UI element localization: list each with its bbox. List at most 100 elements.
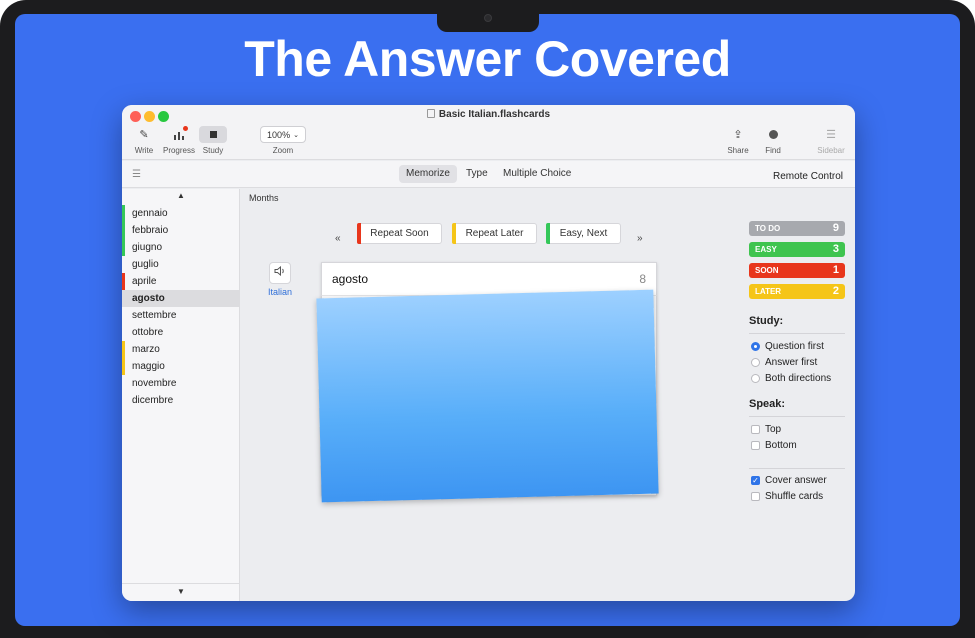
list-item[interactable]: maggio bbox=[122, 358, 240, 375]
easy-next-color-bar bbox=[546, 223, 550, 244]
share-icon: ⇪ bbox=[733, 129, 743, 141]
option-label: Question first bbox=[765, 341, 824, 352]
window-title-text: Basic Italian.flashcards bbox=[438, 109, 551, 120]
status-mark bbox=[122, 341, 125, 358]
divider bbox=[749, 468, 845, 469]
share-label: Share bbox=[727, 146, 749, 155]
card-list: gennaio febbraio giugno guglio aprile agosto s… bbox=[122, 205, 240, 409]
speaker-icon[interactable] bbox=[269, 262, 291, 284]
headline-highlight-text: Covered bbox=[534, 31, 731, 87]
share-button[interactable]: ⇪ Share bbox=[723, 126, 753, 155]
zoom-control[interactable]: 100% ⌄ Zoom bbox=[258, 126, 308, 155]
progress-button[interactable]: Progress bbox=[161, 126, 197, 155]
mode-bar: ☰ Memorize Type Multiple Choice Remote C… bbox=[122, 161, 855, 188]
list-item-label: gennaio bbox=[132, 208, 168, 219]
repeat-later-button[interactable]: Repeat Later bbox=[452, 223, 537, 244]
study-area: Months « Repeat Soon Repeat Later Easy, … bbox=[241, 189, 739, 601]
option-label: Cover answer bbox=[765, 475, 827, 486]
tab-multiple-choice[interactable]: Multiple Choice bbox=[496, 165, 578, 183]
stat-later-value: 2 bbox=[832, 285, 839, 297]
list-item-label: guglio bbox=[132, 259, 159, 270]
list-item-label: giugno bbox=[132, 242, 163, 253]
option-label: Both directions bbox=[765, 373, 832, 384]
option-label: Bottom bbox=[765, 440, 797, 451]
radio-icon bbox=[751, 358, 760, 367]
radio-icon bbox=[751, 374, 760, 383]
list-item[interactable]: ottobre bbox=[122, 324, 240, 341]
find-label: Find bbox=[765, 146, 781, 155]
status-mark bbox=[122, 273, 125, 290]
stat-easy-label: EASY bbox=[755, 245, 777, 254]
list-item[interactable]: gennaio bbox=[122, 205, 240, 222]
checkbox-icon bbox=[751, 492, 760, 501]
notification-dot-icon bbox=[183, 126, 188, 131]
list-item[interactable]: novembre bbox=[122, 375, 240, 392]
study-both-directions-option[interactable]: Both directions bbox=[751, 373, 831, 384]
list-item[interactable]: agosto bbox=[122, 290, 240, 307]
status-mark bbox=[122, 222, 125, 239]
sidebar-label: Sidebar bbox=[817, 146, 845, 155]
speaker-language[interactable]: Italian bbox=[261, 287, 299, 297]
radio-selected-icon bbox=[751, 342, 760, 351]
options-panel: TO DO 9 EASY 3 SOON 1 LATER 2 Study: Questio… bbox=[740, 189, 855, 601]
previous-card-button[interactable]: « bbox=[335, 233, 341, 244]
study-button[interactable]: Study bbox=[198, 126, 228, 155]
headline: The Answer Covered bbox=[0, 30, 975, 88]
next-card-button[interactable]: » bbox=[637, 233, 643, 244]
sidebar-toggle-button[interactable]: ☰ Sidebar bbox=[814, 126, 848, 155]
list-item-label: dicembre bbox=[132, 395, 174, 406]
remote-control-button[interactable]: Remote Control bbox=[773, 171, 843, 182]
easy-next-button[interactable]: Easy, Next bbox=[546, 223, 621, 244]
hamburger-icon[interactable]: ☰ bbox=[132, 169, 141, 180]
zoom-dropdown[interactable]: 100% ⌄ bbox=[260, 126, 306, 143]
stat-todo-label: TO DO bbox=[755, 224, 781, 233]
bar-chart-icon bbox=[165, 126, 193, 143]
answer-cover[interactable] bbox=[316, 289, 659, 503]
shuffle-cards-checkbox[interactable]: Shuffle cards bbox=[751, 491, 823, 502]
checkbox-icon bbox=[751, 441, 760, 450]
speak-heading: Speak: bbox=[749, 398, 786, 410]
stat-todo-value: 9 bbox=[832, 222, 839, 234]
status-mark bbox=[122, 358, 125, 375]
stat-soon-value: 1 bbox=[832, 264, 839, 276]
list-item[interactable]: guglio bbox=[122, 256, 240, 273]
list-item[interactable]: aprile bbox=[122, 273, 240, 290]
option-label: Shuffle cards bbox=[765, 491, 824, 502]
chevron-down-icon: ⌄ bbox=[293, 131, 299, 139]
pencil-icon: ✎ bbox=[139, 129, 149, 141]
card-number: 8 bbox=[639, 272, 646, 286]
checkmark-icon: ✓ bbox=[751, 476, 760, 485]
scroll-down-icon[interactable]: ▼ bbox=[122, 583, 240, 599]
list-item[interactable]: giugno bbox=[122, 239, 240, 256]
list-item[interactable]: marzo bbox=[122, 341, 240, 358]
find-button[interactable]: Find bbox=[758, 126, 788, 155]
list-item[interactable]: febbraio bbox=[122, 222, 240, 239]
list-item[interactable]: dicembre bbox=[122, 392, 240, 409]
write-button[interactable]: ✎ Write bbox=[129, 126, 159, 155]
study-answer-first-option[interactable]: Answer first bbox=[751, 357, 817, 368]
document-icon bbox=[426, 109, 435, 118]
checkbox-icon bbox=[751, 425, 760, 434]
cover-answer-checkbox[interactable]: ✓ Cover answer bbox=[751, 475, 827, 486]
stop-square-icon bbox=[199, 126, 227, 143]
stat-later: LATER 2 bbox=[749, 284, 845, 299]
option-label: Answer first bbox=[765, 357, 818, 368]
section-title: Months bbox=[249, 193, 279, 203]
speak-top-checkbox[interactable]: Top bbox=[751, 424, 781, 435]
study-label: Study bbox=[202, 146, 224, 155]
list-item-label: aprile bbox=[132, 276, 157, 287]
repeat-soon-button[interactable]: Repeat Soon bbox=[357, 223, 442, 244]
stat-soon: SOON 1 bbox=[749, 263, 845, 278]
progress-label: Progress bbox=[162, 146, 195, 155]
list-item[interactable]: settembre bbox=[122, 307, 240, 324]
study-question-first-option[interactable]: Question first bbox=[751, 341, 824, 352]
list-item-label: marzo bbox=[132, 344, 160, 355]
repeat-later-color-bar bbox=[452, 223, 456, 244]
list-item-label: maggio bbox=[132, 361, 165, 372]
headline-highlight: Covered bbox=[532, 30, 733, 88]
search-icon bbox=[759, 126, 787, 143]
tab-type[interactable]: Type bbox=[459, 165, 495, 183]
speak-bottom-checkbox[interactable]: Bottom bbox=[751, 440, 797, 451]
tab-memorize[interactable]: Memorize bbox=[399, 165, 457, 183]
scroll-up-icon[interactable]: ▲ bbox=[122, 191, 240, 200]
